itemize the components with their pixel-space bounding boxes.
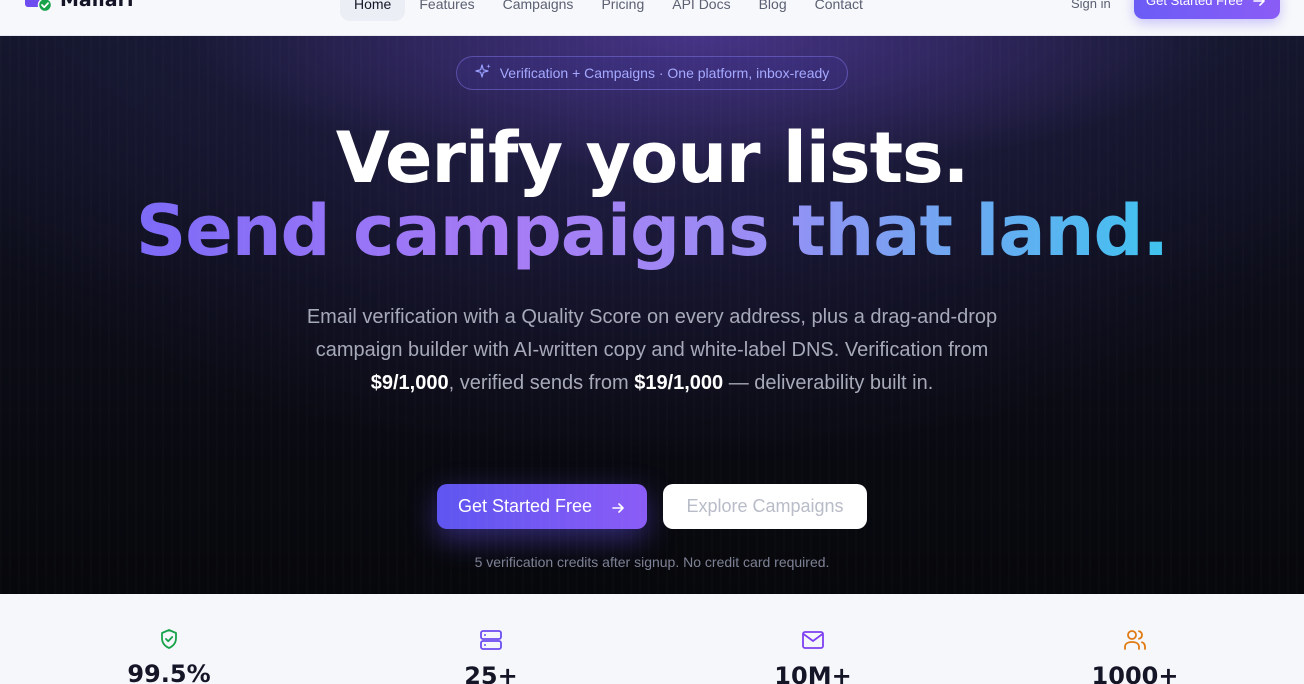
brand-name: Mailari (60, 0, 134, 11)
shield-check-icon (158, 628, 180, 650)
hero-subtitle: Email verification with a Quality Score … (302, 301, 1002, 400)
top-nav: Mailari Home Features Campaigns Pricing … (0, 0, 1304, 36)
mail-icon (801, 628, 825, 652)
nav-get-started-label: Get Started Free (1146, 0, 1243, 8)
stat-value: 1000+ (1091, 662, 1179, 684)
nav-link-campaigns[interactable]: Campaigns (489, 0, 588, 21)
nav-link-home[interactable]: Home (340, 0, 406, 21)
stat-item: 99.5% (69, 628, 269, 684)
nav-link-contact[interactable]: Contact (801, 0, 877, 21)
verification-prefix: Verification from (844, 339, 989, 361)
sign-in-link[interactable]: Sign in (1071, 0, 1111, 11)
hero-headline-gradient-text: Send campaigns that land. (135, 190, 1169, 272)
server-icon (479, 628, 503, 652)
users-icon (1123, 628, 1147, 652)
stat-value: 10M+ (774, 662, 852, 684)
nav-links: Home Features Campaigns Pricing API Docs… (340, 0, 877, 21)
stats-section: 99.5% 25+ 10M+ 1000+ (0, 594, 1304, 684)
stat-value: 99.5% (127, 660, 211, 684)
hero-badge-text: Verification + Campaigns · One platform,… (499, 65, 830, 81)
mail-check-logo-icon (24, 0, 53, 14)
explore-campaigns-button[interactable]: Explore Campaigns (663, 484, 867, 529)
stat-item: 25+ (391, 628, 591, 684)
stat-item: 1000+ (1035, 628, 1235, 684)
hero-get-started-label: Get Started Free (458, 496, 593, 516)
sends-prefix: , verified sends from (448, 372, 635, 394)
stat-value: 25+ (464, 662, 518, 684)
stat-item: 10M+ (713, 628, 913, 684)
nav-get-started-button[interactable]: Get Started Free (1134, 0, 1280, 19)
hero-headline-line-2: Send campaigns that land. (0, 191, 1304, 271)
sends-price: $19/1,000 (634, 372, 724, 394)
subtitle-suffix: — deliverability built in. (723, 372, 934, 394)
hero-headline-line-1: Verify your lists. (335, 117, 970, 199)
hero-badge: Verification + Campaigns · One platform,… (456, 56, 848, 90)
nav-link-features[interactable]: Features (405, 0, 488, 21)
nav-link-blog[interactable]: Blog (745, 0, 801, 21)
nav-link-pricing[interactable]: Pricing (587, 0, 658, 21)
arrow-right-icon (611, 499, 625, 520)
hero-get-started-button[interactable]: Get Started Free (437, 484, 647, 529)
nav-link-api-docs[interactable]: API Docs (658, 0, 744, 21)
hero-section: Verification + Campaigns · One platform,… (0, 36, 1304, 594)
arrow-right-icon (1252, 0, 1266, 11)
verification-price: $9/1,000 (370, 372, 449, 394)
sparkles-icon (475, 63, 492, 83)
signup-note: 5 verification credits after signup. No … (474, 554, 830, 570)
brand-logo[interactable]: Mailari (24, 0, 133, 14)
